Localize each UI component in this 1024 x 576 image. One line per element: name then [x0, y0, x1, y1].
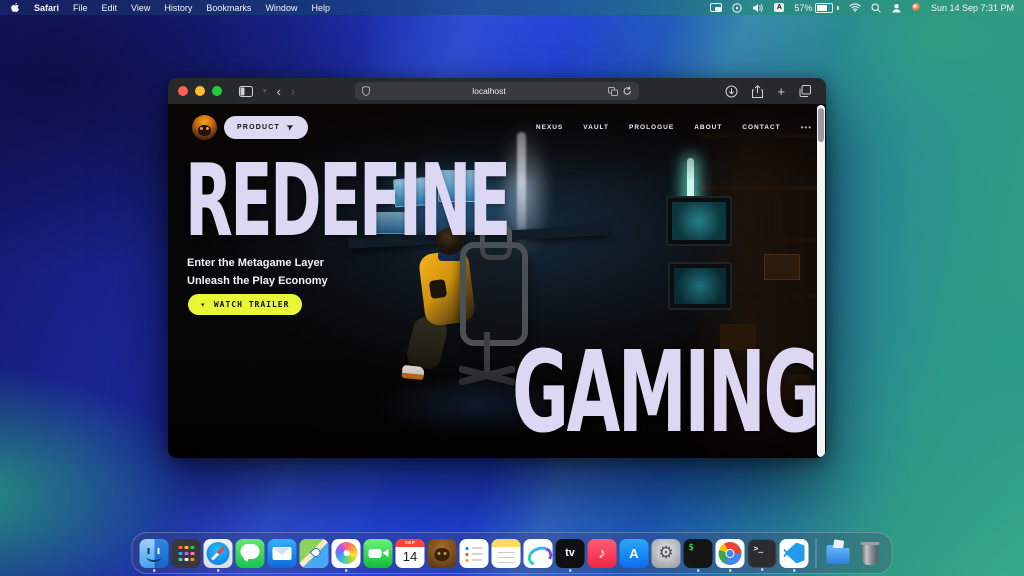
menubar-clock[interactable]: Sun 14 Sep 7:31 PM: [931, 3, 1014, 13]
dock-maps[interactable]: [299, 538, 329, 568]
menubar-item-help[interactable]: Help: [311, 3, 330, 13]
downloads-icon[interactable]: [725, 85, 738, 98]
dock-appletv[interactable]: tv: [555, 538, 585, 572]
back-button[interactable]: ‹: [277, 85, 281, 98]
window-controls: [178, 86, 222, 96]
dock-launchpad[interactable]: [171, 538, 201, 568]
tab-overview-icon[interactable]: [799, 85, 811, 97]
menubar-item-view[interactable]: View: [131, 3, 150, 13]
menubar-item-window[interactable]: Window: [265, 3, 297, 13]
scrollbar-thumb[interactable]: [818, 108, 824, 142]
nav-link-vault[interactable]: VAULT: [583, 124, 609, 131]
dock-safari[interactable]: [203, 538, 233, 572]
nav-link-about[interactable]: ABOUT: [694, 124, 722, 131]
privacy-shield-icon[interactable]: [362, 86, 370, 96]
close-window-button[interactable]: [178, 86, 188, 96]
dock-freeform[interactable]: [523, 538, 553, 568]
apple-logo-icon[interactable]: [10, 2, 20, 13]
dock-terminal-1[interactable]: $: [683, 538, 713, 572]
dock-calendar[interactable]: SEP 14: [395, 538, 425, 568]
menubar-item-edit[interactable]: Edit: [102, 3, 118, 13]
nav-link-contact[interactable]: CONTACT: [742, 124, 780, 131]
watch-trailer-label: WATCH TRAILER: [213, 300, 290, 309]
dock: SEP 14 tv ♪ A ⚙ $ >_: [131, 532, 893, 574]
product-button-label: PRODUCT: [237, 123, 281, 131]
menubar-item-file[interactable]: File: [73, 3, 88, 13]
user-menu-icon[interactable]: [891, 3, 902, 13]
cursor-arrow-icon: ➤: [198, 298, 209, 310]
dock-terminal-2[interactable]: >_: [747, 538, 777, 571]
gear-icon: ⚙: [658, 543, 674, 562]
hero-tagline: Enter the Metagame Layer Unleash the Pla…: [187, 254, 328, 290]
spotlight-search-icon[interactable]: [871, 2, 881, 13]
url-text: localhost: [472, 86, 506, 96]
browser-toolbar: ▾ ‹ › localhost +: [168, 78, 826, 104]
battery-icon: [815, 2, 834, 13]
dock-appstore[interactable]: A: [619, 538, 649, 568]
nav-link-nexus[interactable]: NEXUS: [536, 124, 563, 131]
dock-music[interactable]: ♪: [587, 538, 617, 568]
dock-settings[interactable]: ⚙: [651, 538, 681, 568]
menubar-item-history[interactable]: History: [164, 3, 192, 13]
reload-icon[interactable]: [623, 86, 632, 96]
nav-more-icon[interactable]: •••: [801, 123, 812, 132]
dock-downloads-folder[interactable]: [824, 538, 853, 568]
forward-button[interactable]: ›: [291, 85, 295, 98]
cursor-arrow-icon: ➤: [285, 120, 297, 133]
new-tab-icon[interactable]: +: [777, 84, 785, 99]
dock-vscode[interactable]: [779, 538, 809, 572]
siri-icon[interactable]: [911, 3, 921, 12]
sidebar-chevron-icon[interactable]: ▾: [263, 87, 267, 95]
dock-separator: [815, 538, 817, 568]
site-nav: NEXUS VAULT PROLOGUE ABOUT CONTACT •••: [536, 123, 812, 132]
minimize-window-button[interactable]: [195, 86, 205, 96]
dock-game-app[interactable]: [427, 538, 457, 568]
wifi-icon[interactable]: [849, 3, 861, 12]
menubar-app-name[interactable]: Safari: [34, 3, 59, 13]
battery-percent: 57%: [794, 2, 813, 13]
page-scrollbar[interactable]: [817, 105, 825, 457]
hero-title-gaming: GAMING: [512, 328, 820, 458]
share-icon[interactable]: [752, 84, 764, 98]
dock-finder[interactable]: [139, 538, 169, 572]
site-logo[interactable]: [192, 114, 217, 140]
screen-mirroring-icon[interactable]: [710, 3, 723, 12]
dock-facetime[interactable]: [363, 538, 393, 568]
watch-trailer-button[interactable]: ➤ WATCH TRAILER: [188, 294, 303, 315]
dock-messages[interactable]: [235, 538, 265, 568]
battery-indicator[interactable]: 57%: [794, 2, 839, 13]
dock-mail[interactable]: [267, 538, 297, 568]
dock-chrome[interactable]: [715, 538, 745, 572]
safari-window: ▾ ‹ › localhost + PRODUCT ➤ NEXUS VAULT …: [168, 78, 826, 458]
input-source-icon[interactable]: A: [774, 3, 785, 12]
address-bar[interactable]: localhost: [355, 82, 639, 100]
hero-title-redefine: REDEFINE: [185, 142, 511, 259]
dock-trash[interactable]: [856, 539, 885, 568]
translate-page-icon[interactable]: [608, 86, 618, 96]
sidebar-toggle-icon[interactable]: [239, 85, 253, 97]
dock-notes[interactable]: [491, 538, 521, 568]
product-button[interactable]: PRODUCT ➤: [224, 115, 308, 139]
site-header: PRODUCT ➤ NEXUS VAULT PROLOGUE ABOUT CON…: [168, 104, 812, 150]
dock-reminders[interactable]: [459, 538, 489, 568]
page-content: PRODUCT ➤ NEXUS VAULT PROLOGUE ABOUT CON…: [168, 104, 826, 458]
zoom-window-button[interactable]: [212, 86, 222, 96]
tagline-line-1: Enter the Metagame Layer: [187, 257, 324, 269]
desktop: Safari File Edit View History Bookmarks …: [0, 0, 1024, 576]
nav-link-prologue[interactable]: PROLOGUE: [629, 124, 674, 131]
menubar-item-bookmarks[interactable]: Bookmarks: [206, 3, 251, 13]
music-note-icon: ♪: [598, 544, 606, 562]
calendar-day: 14: [402, 549, 418, 564]
dock-photos[interactable]: [331, 538, 361, 572]
volume-icon[interactable]: [752, 3, 764, 13]
tagline-line-2: Unleash the Play Economy: [187, 275, 328, 287]
now-playing-icon[interactable]: [732, 2, 743, 13]
menu-bar: Safari File Edit View History Bookmarks …: [0, 0, 1024, 15]
